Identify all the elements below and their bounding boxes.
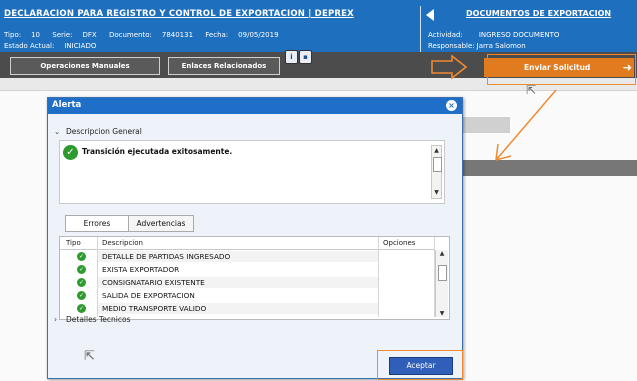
doc-square-icon[interactable]: ▪ bbox=[299, 50, 312, 64]
responsable-value: Jarra Salomon bbox=[476, 42, 526, 50]
estado-label: Estado Actual: bbox=[4, 42, 55, 50]
row-description: DETALLE DE PARTIDAS INGRESADO bbox=[102, 252, 231, 261]
general-section-label: Descripcion General bbox=[66, 127, 142, 136]
details-section-label: Detalles Tecnicos bbox=[66, 315, 131, 324]
info-square-icon[interactable]: i bbox=[285, 50, 298, 64]
page-background-block-dark bbox=[460, 160, 637, 176]
check-circle-icon: ✓ bbox=[63, 145, 78, 160]
scroll-down-icon[interactable]: ▼ bbox=[436, 310, 448, 317]
cursor-arrow-icon: ⇱ bbox=[526, 83, 537, 97]
check-circle-icon: ✓ bbox=[77, 304, 86, 313]
responsible-row: Responsable: Jarra Salomon bbox=[428, 42, 526, 50]
row-description: MEDIO TRANSPORTE VALIDO bbox=[102, 304, 207, 313]
check-circle-icon: ✓ bbox=[77, 252, 86, 261]
row-description: CONSIGNATARIO EXISTENTE bbox=[102, 278, 205, 287]
serie-value: DFX bbox=[82, 31, 97, 39]
check-circle-icon: ✓ bbox=[77, 265, 86, 274]
tab-errores[interactable]: Errores bbox=[65, 215, 129, 232]
table-row[interactable]: ✓ DETALLE DE PARTIDAS INGRESADO bbox=[60, 251, 434, 262]
estado-value: INICIADO bbox=[64, 42, 97, 50]
responsable-label: Responsable: bbox=[428, 42, 475, 50]
scroll-up-icon[interactable]: ▲ bbox=[432, 147, 441, 155]
scroll-thumb[interactable] bbox=[438, 265, 447, 281]
column-header-descripcion[interactable]: Descripcion bbox=[102, 239, 143, 247]
header-info-row: Tipo: 10 Serie: DFX Documento: 7840131 Fech… bbox=[4, 31, 289, 39]
enlaces-relacionados-button[interactable]: Enlaces Relacionados bbox=[168, 57, 280, 75]
arrow-right-icon: ➜ bbox=[622, 61, 632, 74]
table-row[interactable]: ✓ MEDIO TRANSPORTE VALIDO bbox=[60, 303, 434, 314]
page-background-block bbox=[460, 117, 510, 133]
serie-label: Serie: bbox=[52, 31, 73, 39]
scroll-thumb[interactable] bbox=[433, 157, 442, 172]
cursor-arrow-icon: ⇱ bbox=[84, 349, 95, 364]
tab-advertencias[interactable]: Advertencias bbox=[128, 215, 194, 232]
fecha-label: Fecha: bbox=[205, 31, 229, 39]
dialog-title: Alerta bbox=[52, 100, 82, 110]
table-row[interactable]: ✓ EXISTA EXPORTADOR bbox=[60, 264, 434, 275]
dialog-header: Alerta × bbox=[48, 98, 462, 114]
table-row[interactable]: ✓ CONSIGNATARIO EXISTENTE bbox=[60, 277, 434, 288]
success-message: Transición ejecutada exitosamente. bbox=[82, 147, 233, 156]
enviar-solicitud-label: Enviar Solicitud bbox=[524, 63, 591, 72]
tipo-label: Tipo: bbox=[4, 31, 22, 39]
chevron-down-icon: ⌄ bbox=[54, 127, 61, 136]
header-divider bbox=[420, 6, 421, 52]
details-section-toggle[interactable]: › Detalles Tecnicos bbox=[54, 315, 131, 324]
row-description: SALIDA DE EXPORTACION bbox=[102, 291, 195, 300]
documents-title[interactable]: DOCUMENTOS DE EXPORTACION bbox=[466, 9, 611, 18]
column-header-opciones[interactable]: Opciones bbox=[383, 239, 415, 247]
check-circle-icon: ✓ bbox=[77, 278, 86, 287]
enviar-solicitud-button[interactable]: Enviar Solicitud ➜ bbox=[484, 58, 634, 77]
general-section-toggle[interactable]: ⌄ Descripcion General bbox=[54, 127, 142, 136]
fecha-value: 09/05/2019 bbox=[238, 31, 279, 39]
results-table: Tipo Descripcion Opciones ✓ DETALLE DE P… bbox=[59, 236, 450, 320]
tipo-value: 10 bbox=[31, 31, 41, 39]
dialog-body: ⌄ Descripcion General ✓ Transición ejecut… bbox=[48, 114, 462, 378]
message-box: ✓ Transición ejecutada exitosamente. ▲ ▼ bbox=[59, 140, 445, 204]
column-header-tipo[interactable]: Tipo bbox=[66, 239, 81, 247]
back-triangle-icon[interactable] bbox=[426, 9, 434, 21]
row-description: EXISTA EXPORTADOR bbox=[102, 265, 180, 274]
header-banner: DECLARACION PARA REGISTRO Y CONTROL DE E… bbox=[0, 0, 637, 52]
message-scrollbar[interactable]: ▲ ▼ bbox=[431, 145, 442, 199]
table-row[interactable]: ✓ SALIDA DE EXPORTACION bbox=[60, 290, 434, 301]
alert-dialog: Alerta × ⌄ Descripcion General ✓ Transici… bbox=[47, 97, 463, 379]
actividad-value: INGRESO DOCUMENTO bbox=[478, 31, 560, 39]
chevron-right-icon: › bbox=[54, 315, 57, 324]
actividad-label: Actividad: bbox=[428, 31, 463, 39]
documento-value: 7840131 bbox=[161, 31, 194, 39]
activity-row: Actividad: INGRESO DOCUMENTO bbox=[428, 31, 559, 39]
scroll-down-icon[interactable]: ▼ bbox=[432, 189, 441, 197]
close-icon[interactable]: × bbox=[446, 100, 457, 111]
operaciones-manuales-button[interactable]: Operaciones Manuales bbox=[10, 57, 160, 75]
page-title: DECLARACION PARA REGISTRO Y CONTROL DE E… bbox=[4, 9, 354, 19]
table-scrollbar[interactable]: ▲ ▼ bbox=[435, 250, 448, 317]
documento-label: Documento: bbox=[108, 31, 152, 39]
aceptar-highlight-frame bbox=[377, 350, 463, 380]
scroll-up-icon[interactable]: ▲ bbox=[436, 250, 448, 257]
header-status-row: Estado Actual: INICIADO bbox=[4, 42, 106, 50]
check-circle-icon: ✓ bbox=[77, 291, 86, 300]
